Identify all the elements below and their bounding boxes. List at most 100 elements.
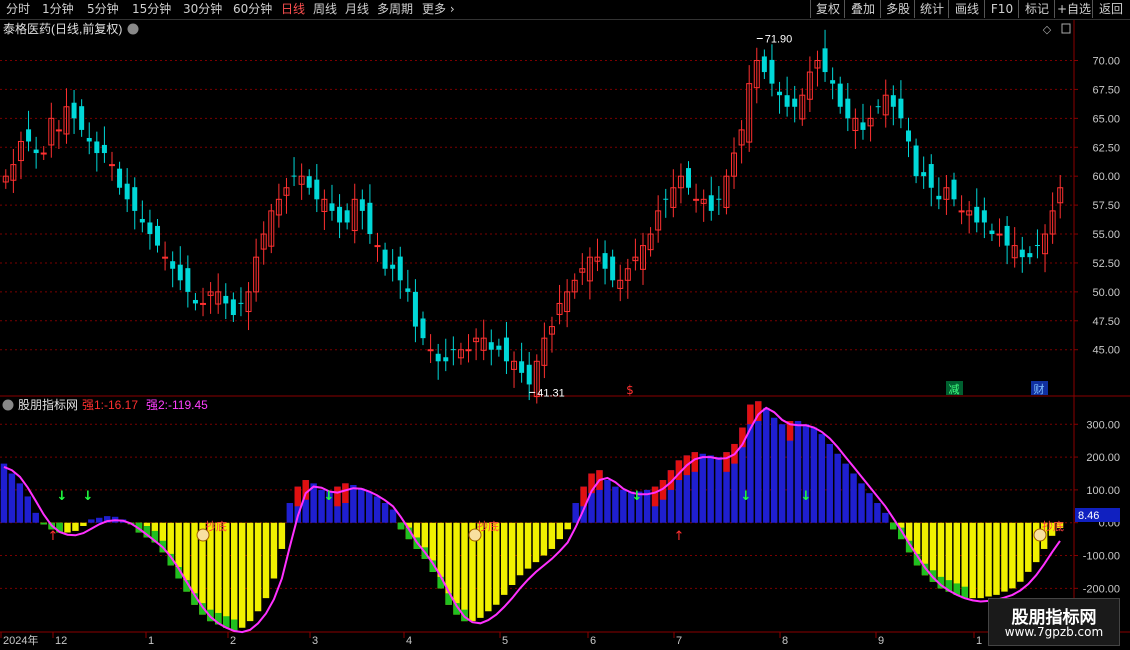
- candle-body-down: [359, 199, 365, 211]
- candle-body-down: [155, 225, 161, 246]
- candle-body-down: [1027, 253, 1033, 258]
- price-tick-label: 52.50: [1092, 258, 1120, 270]
- candle-body-down: [314, 179, 320, 200]
- candle-body-down: [974, 206, 980, 223]
- stock-title: 泰格医药(日线,前复权): [3, 21, 122, 36]
- coin-icon: [196, 528, 210, 542]
- candle-body-up: [427, 349, 434, 352]
- candle-body-down: [101, 144, 107, 154]
- candle-body-down: [382, 249, 388, 269]
- dividend-marker: $: [626, 383, 634, 397]
- date-label: 1: [976, 635, 982, 647]
- candle-body-down: [488, 342, 494, 350]
- candle-body-down: [921, 172, 927, 177]
- chevron-down-icon: [127, 23, 139, 35]
- indicator-menu-icon: [2, 399, 14, 411]
- candle-body-down: [405, 288, 411, 292]
- sell-arrow-icon: ↓: [57, 489, 68, 504]
- candle-body-down: [905, 130, 911, 142]
- price-tick-label: 67.50: [1092, 84, 1120, 96]
- candle-body-down: [147, 222, 153, 235]
- candle-body-down: [390, 264, 396, 269]
- date-label: 2024年: [3, 633, 38, 647]
- diamond-icon: ◇: [1043, 23, 1052, 36]
- window-toggle-icon: [1061, 23, 1071, 34]
- low-price-label: 41.31: [537, 387, 565, 399]
- candle-body-down: [170, 261, 176, 269]
- date-label: 7: [676, 635, 682, 647]
- candle-body-up: [200, 302, 207, 305]
- indicator-tick-label: 200.00: [1086, 452, 1120, 464]
- candle-body-down: [33, 149, 39, 154]
- candle-body-down: [792, 98, 798, 107]
- candle-body-down: [936, 195, 942, 200]
- high-price-label: 71.90: [765, 34, 793, 46]
- candle-body-down: [124, 183, 130, 200]
- candle-body-down: [602, 253, 608, 269]
- date-label: 4: [406, 635, 412, 647]
- price-tick-label: 47.50: [1092, 316, 1120, 328]
- candle-body-down: [519, 361, 525, 373]
- candle-body-down: [1019, 249, 1025, 258]
- candle-body-down: [837, 83, 843, 107]
- candle-body-down: [951, 179, 957, 200]
- candle-body-down: [503, 337, 509, 362]
- watermark-box: 股朋指标网 www.7gpzb.com: [988, 598, 1120, 646]
- date-label: 9: [878, 635, 884, 647]
- candle-body-down: [610, 256, 616, 281]
- candle-body-up: [162, 256, 169, 259]
- candle-body-down: [526, 364, 532, 385]
- price-tick-label: 50.00: [1092, 287, 1120, 299]
- candle-body-down: [875, 106, 881, 108]
- sell-arrow-icon: ↓: [741, 489, 752, 504]
- current-value: 8.46: [1078, 510, 1099, 522]
- candle-body-down: [716, 198, 722, 200]
- candle-body-down: [450, 349, 456, 351]
- candle-body-down: [898, 98, 904, 119]
- candle-body-down: [686, 168, 692, 188]
- candle-body-down: [223, 295, 229, 304]
- bottom-signal-label: 抄底: [1042, 519, 1064, 533]
- price-tick-label: 62.50: [1092, 142, 1120, 154]
- candle-body-down: [329, 203, 335, 211]
- buy-arrow-icon: ↑: [48, 529, 59, 544]
- candle-body-down: [139, 218, 145, 223]
- candle-body-down: [761, 56, 767, 73]
- candle-body-down: [291, 175, 297, 177]
- coin-icon: [468, 528, 482, 542]
- buy-arrow-icon: ↑: [674, 529, 685, 544]
- candle-body-down: [238, 302, 244, 304]
- candle-body-down: [412, 291, 418, 327]
- candle-body-up: [465, 349, 472, 352]
- candle-body-down: [94, 141, 100, 154]
- candle-body-down: [777, 91, 783, 96]
- price-tick-label: 55.00: [1092, 229, 1120, 241]
- candle-body-down: [344, 210, 350, 223]
- candle-body-down: [845, 98, 851, 119]
- candle-body-up: [958, 210, 965, 213]
- candle-body-down: [397, 256, 403, 281]
- candle-body-down: [928, 164, 934, 188]
- price-tick-label: 65.00: [1092, 113, 1120, 125]
- reduce-marker: 减: [949, 383, 960, 396]
- date-label: 8: [782, 635, 788, 647]
- candle-body-down: [860, 122, 866, 130]
- candle-body-down: [443, 357, 449, 362]
- sell-arrow-icon: ↓: [632, 489, 643, 504]
- candle-body-up: [40, 152, 47, 155]
- candle-body-down: [86, 138, 92, 142]
- price-tick-label: 60.00: [1092, 171, 1120, 183]
- date-label: 3: [312, 635, 318, 647]
- strength-line: [3, 406, 1061, 634]
- candle-body-down: [830, 80, 836, 84]
- candle-body-up: [55, 129, 62, 132]
- candle-body-down: [230, 299, 236, 316]
- candle-body-down: [26, 129, 32, 142]
- indicator-tick-label: -200.00: [1083, 583, 1120, 595]
- date-label: 12: [55, 635, 67, 647]
- stock-chart-area[interactable]: 70.00 67.50 65.00 62.50 60.00 57.50 55.00 52.50…: [0, 0, 1130, 650]
- date-label: 1: [148, 635, 154, 647]
- indicator-tick-label: 300.00: [1086, 419, 1120, 431]
- strength2-label: 强2:-119.45: [146, 398, 208, 412]
- bottom-signal-label: 抄底: [205, 519, 227, 533]
